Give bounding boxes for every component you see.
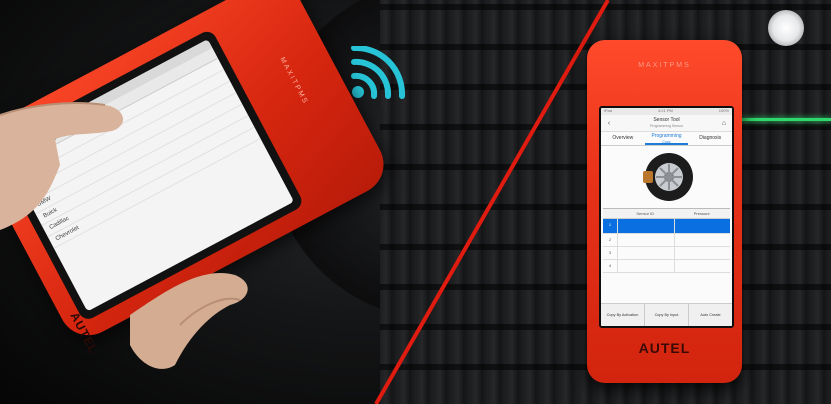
- cell: [617, 247, 674, 259]
- cell: [617, 219, 674, 233]
- photo-scene: MAXITPMS Select Manufacturer Acura Alfa …: [0, 0, 831, 404]
- cell: [617, 234, 674, 246]
- hand-fingers: [130, 273, 248, 369]
- tab-bar: Overview Programming Copy Diagnosis: [601, 132, 732, 146]
- copy-by-input-button[interactable]: Copy By Input: [644, 304, 688, 326]
- column-header-sensor-id: Sensor ID: [636, 211, 655, 216]
- cell: [673, 234, 731, 246]
- device-logo: AUTEL: [638, 340, 691, 356]
- tab-programming-sub: Copy: [662, 140, 671, 144]
- device-top-brand: MAXITPMS: [638, 62, 691, 69]
- header-subtitle: Programming Sensor: [649, 124, 684, 128]
- cell: [673, 219, 731, 233]
- status-bar: iPad 4:21 PM 100%: [601, 108, 732, 115]
- app-header: ‹ Sensor Tool Programming Sensor ⌂: [601, 115, 732, 132]
- row-number: 2: [608, 237, 612, 242]
- table-row[interactable]: 4: [603, 260, 730, 273]
- copy-by-activation-button[interactable]: Copy By Activation: [601, 304, 644, 326]
- right-handheld-device: MAXITPMS iPad 4:21 PM 100% ‹ Sensor Tool…: [587, 40, 742, 383]
- table-row[interactable]: 2: [603, 234, 730, 247]
- cell: [617, 260, 674, 272]
- back-icon[interactable]: ‹: [605, 120, 613, 127]
- column-header-pressure: Pressure: [693, 211, 710, 216]
- status-carrier: iPad: [604, 108, 613, 113]
- row-number: 4: [608, 263, 612, 268]
- tire-illustration: [601, 146, 732, 208]
- cell: [673, 247, 731, 259]
- auto-create-button[interactable]: Auto Create: [688, 304, 732, 326]
- row-number: 1: [608, 222, 612, 227]
- tire-icon: [642, 153, 693, 201]
- device-screen: iPad 4:21 PM 100% ‹ Sensor Tool Programm…: [599, 106, 734, 328]
- wifi-signal-icon: [351, 46, 406, 99]
- cell: [673, 260, 731, 272]
- home-icon[interactable]: ⌂: [720, 120, 728, 127]
- table-header: Sensor ID Pressure: [603, 209, 730, 219]
- tab-programming[interactable]: Programming Copy: [644, 132, 689, 145]
- table-row[interactable]: 1: [603, 219, 730, 234]
- footer-toolbar: Copy By Activation Copy By Input Auto Cr…: [601, 303, 732, 326]
- tab-diagnosis[interactable]: Diagnosis: [688, 132, 732, 145]
- status-battery: 100%: [718, 108, 729, 113]
- table-row[interactable]: 3: [603, 247, 730, 260]
- hand: [0, 102, 124, 230]
- sensor-table: Sensor ID Pressure 1 2 3 4: [603, 208, 730, 273]
- tab-overview[interactable]: Overview: [601, 132, 645, 145]
- row-number: 3: [608, 250, 612, 255]
- header-title-block: Sensor Tool Programming Sensor: [650, 117, 683, 129]
- status-time: 4:21 PM: [657, 108, 673, 113]
